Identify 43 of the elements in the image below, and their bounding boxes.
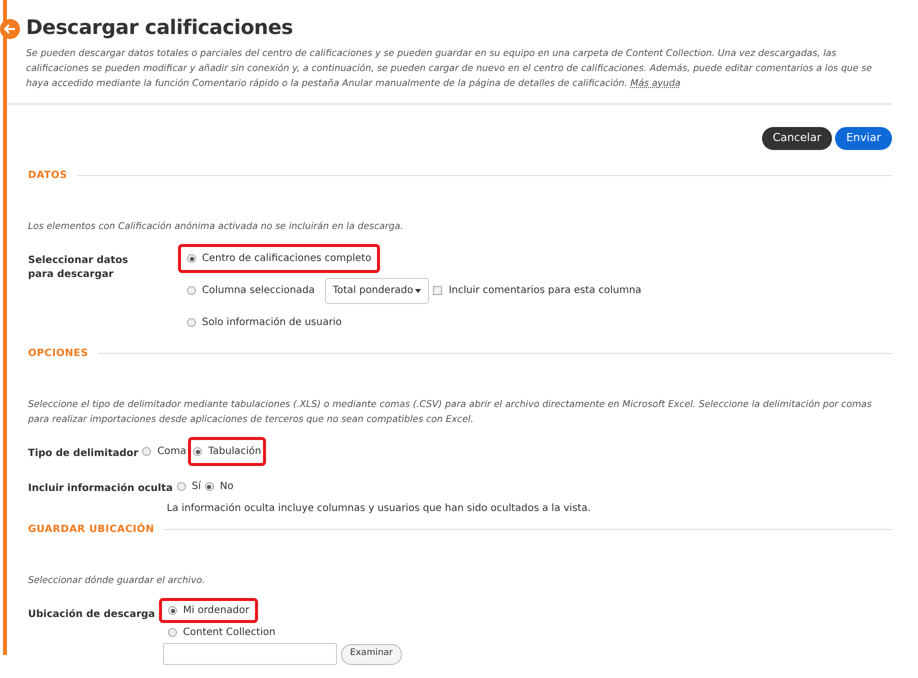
radio-button[interactable] <box>187 286 196 295</box>
radio-button[interactable] <box>187 318 196 327</box>
file-path-field[interactable] <box>163 643 338 665</box>
page-description: Se pueden descargar datos totales o parciales del centro de calificaciones y se pueden guardar en su equipo en una carpeta de Content Collection. Una vez descargadas, las calificaciones se pueden modificar y añadir sin conexión y, a continuación, se pueden cargar de nuevo en el centro de calificaciones. Además, puede editar comentarios a los que se haya accedido mediante la función Comentario rápido o la pestaña Anular manualmente de la página de detalles de calificación. Más ayuda <box>26 47 874 91</box>
option-label: Sí <box>192 480 201 494</box>
field-label: Tipo de delimitador <box>28 447 138 461</box>
page-title: Descargar calificaciones <box>26 14 294 40</box>
option-label: Solo información de usuario <box>202 316 342 330</box>
checkbox-label: Incluir comentarios para esta columna <box>448 284 642 298</box>
dropdown[interactable]: Total ponderado <box>324 278 429 304</box>
back-button[interactable] <box>0 19 20 39</box>
option-label: Columna seleccionada <box>202 284 315 298</box>
radio-button[interactable] <box>168 606 178 615</box>
field-label: Ubicación de descarga <box>28 608 156 622</box>
field-label: Seleccionar datos para descargar <box>28 254 130 282</box>
radio-button[interactable] <box>193 447 202 456</box>
section-note: Seleccione el tipo de delimitador mediante tabulaciones (.XLS) o mediante comas (.CSV) para abrir el archivo directamente en Microsoft Excel. Seleccione la delimitación por comas para realizar importaciones desde aplicaciones de terceros que no sean compatibles con Excel. <box>27 398 873 427</box>
submit-button[interactable]: Enviar <box>835 127 892 150</box>
option-label: Tabulación <box>208 445 262 459</box>
help-text: La información oculta incluye columnas y usuarios que han sido ocultados a la vista. <box>166 502 591 516</box>
left-arrow-icon <box>4 24 16 34</box>
option-label: Mi ordenador <box>183 604 250 618</box>
section-heading: OPCIONES <box>27 347 88 361</box>
option-label: Content Collection <box>183 626 276 640</box>
radio-button[interactable] <box>187 254 196 263</box>
section-heading: GUARDAR UBICACIÓN <box>27 522 154 537</box>
option-label: No <box>220 480 234 494</box>
section-note: Los elementos con Calificación anónima activada no se incluirán en la descarga. <box>27 220 404 234</box>
option-label: Centro de calificaciones completo <box>202 252 372 266</box>
field-label: Incluir información oculta <box>28 482 173 496</box>
caret-icon <box>414 288 421 292</box>
browse-button[interactable]: Examinar <box>341 644 402 664</box>
radio-button[interactable] <box>176 482 186 491</box>
cancel-button[interactable]: Cancelar <box>762 127 832 150</box>
radio-button[interactable] <box>142 447 152 456</box>
section-note: Seleccionar dónde guardar el archivo. <box>27 574 206 588</box>
checkbox[interactable] <box>432 286 442 295</box>
section-heading: DATOS <box>27 169 68 183</box>
dropdown-value: Total ponderado <box>332 284 414 298</box>
radio-button[interactable] <box>204 482 214 491</box>
radio-button[interactable] <box>168 628 178 637</box>
help-link[interactable]: Más ayuda <box>630 78 681 89</box>
option-label: Coma <box>157 445 186 459</box>
